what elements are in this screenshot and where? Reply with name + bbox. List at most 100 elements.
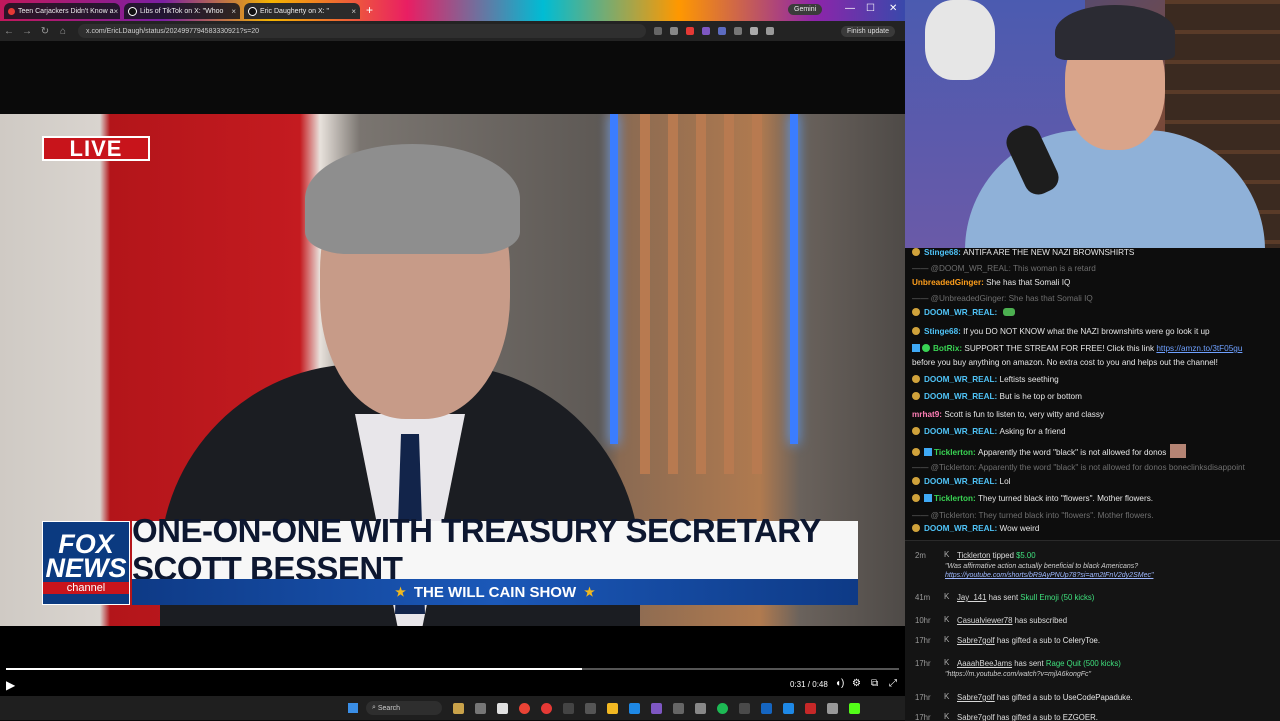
chat-message: DOOM_WR_REAL: Asking for a friend <box>912 427 1274 437</box>
url-field[interactable]: x.com/EricLDaugh/status/2024997794583330… <box>78 24 646 38</box>
fox-news-logo: FOX NEWS channel <box>42 521 130 605</box>
bookmark-star-icon[interactable] <box>670 27 678 35</box>
browser-tab-2[interactable]: Libs of TikTok on X: "Whoo × <box>124 3 240 19</box>
taskbar-app-icon[interactable] <box>783 702 794 714</box>
chat-username[interactable]: Ticklerton: <box>934 448 978 457</box>
kick-icon[interactable] <box>849 702 860 714</box>
activity-username[interactable]: Casualviewer78 <box>957 616 1012 625</box>
gemini-button[interactable]: Gemini <box>788 4 823 15</box>
taskbar-app-icon[interactable] <box>497 702 508 714</box>
reload-icon[interactable]: ↻ <box>36 26 54 37</box>
chat-username[interactable]: Stinge68: <box>924 248 963 257</box>
taskbar-app-icon[interactable] <box>739 702 750 714</box>
tab-close-icon[interactable]: × <box>351 7 356 16</box>
coin-badge-icon <box>912 327 920 335</box>
taskbar-app-icon[interactable] <box>475 702 486 714</box>
chrome-icon[interactable] <box>541 702 552 714</box>
pip-icon[interactable]: ⧉ <box>871 678 878 689</box>
chat-message: DOOM_WR_REAL: Leftists seething <box>912 375 1274 385</box>
coin-badge-icon <box>912 248 920 256</box>
new-tab-button[interactable]: + <box>366 3 373 17</box>
play-icon[interactable]: ▶ <box>6 678 15 692</box>
extension-icon[interactable] <box>702 27 710 35</box>
maximize-icon[interactable]: ☐ <box>866 3 875 14</box>
extension-icon[interactable] <box>654 27 662 35</box>
chat-username[interactable]: UnbreadedGinger: <box>912 278 986 287</box>
taskbar-app-icon[interactable] <box>673 702 684 714</box>
extension-icon[interactable] <box>686 27 694 35</box>
settings-icon[interactable]: ⚙ <box>852 678 861 689</box>
show-name: THE WILL CAIN SHOW <box>413 583 577 601</box>
activity-username[interactable]: Ticklerton <box>957 551 991 560</box>
taskbar-app-icon[interactable] <box>629 702 640 714</box>
extensions-puzzle-icon[interactable] <box>750 27 758 35</box>
fullscreen-icon[interactable]: ⤢ <box>889 678 897 689</box>
file-explorer-icon[interactable] <box>607 702 618 714</box>
blue-light-stripe <box>790 114 798 444</box>
activity-row: 2m K Ticklerton tipped $5.00 "Was affirmati… <box>905 547 1280 579</box>
activity-row: 17hr K Sabre7golf has gifted a sub to EZGO… <box>905 709 1280 721</box>
taskbar-app-icon[interactable] <box>827 702 838 714</box>
activity-username[interactable]: Sabre7golf <box>957 693 995 702</box>
chat-username[interactable]: DOOM_WR_REAL: <box>924 477 1000 486</box>
minimize-icon[interactable]: — <box>845 3 855 14</box>
chat-username[interactable]: mrhat9: <box>912 410 944 419</box>
taskbar-app-icon[interactable] <box>805 702 816 714</box>
chat-username[interactable]: BotRix: <box>933 344 964 353</box>
logo-text-mid: NEWS <box>45 553 127 583</box>
extension-icon[interactable] <box>734 27 742 35</box>
activity-username[interactable]: Sabre7golf <box>957 636 995 645</box>
progress-bar[interactable] <box>6 668 899 670</box>
windows-taskbar: ⌕ Search <box>0 696 905 720</box>
spotify-icon[interactable] <box>717 702 728 714</box>
chat-username[interactable]: DOOM_WR_REAL: <box>924 427 1000 436</box>
chat-username[interactable]: Stinge68: <box>924 327 963 336</box>
chat-username[interactable]: DOOM_WR_REAL: <box>924 524 1000 533</box>
taskbar-app-icon[interactable] <box>585 702 596 714</box>
activity-feed: 2m K Ticklerton tipped $5.00 "Was affirmati… <box>905 540 1280 721</box>
activity-link[interactable]: https://youtube.com/shorts/bR9AyPNUp78?s… <box>945 572 1153 579</box>
chat-link[interactable]: https://amzn.to/3tF05gu <box>1156 344 1242 353</box>
browser-tab-3[interactable]: Eric Daugherty on X: " × <box>244 3 360 19</box>
taskbar-app-icon[interactable] <box>453 702 464 714</box>
taskbar-app-icon[interactable] <box>695 702 706 714</box>
star-icon: ★ <box>395 585 406 599</box>
home-icon[interactable]: ⌂ <box>54 26 72 37</box>
chat-username[interactable]: Ticklerton: <box>934 494 978 503</box>
activity-highlight: $5.00 <box>1016 551 1036 560</box>
chat-message: Ticklerton: Apparently the word "black" … <box>912 444 1274 458</box>
activity-time: 17hr <box>915 693 931 702</box>
tab-close-icon[interactable]: × <box>231 7 236 16</box>
windows-start-icon[interactable] <box>348 703 358 713</box>
activity-row: 41m K Jay_141 has sent Skull Emoji (50 kic… <box>905 589 1280 607</box>
search-placeholder: Search <box>377 704 401 712</box>
chat-text: Lol <box>999 477 1011 486</box>
forward-icon[interactable]: → <box>18 26 36 37</box>
activity-username[interactable]: Jay_141 <box>957 593 986 602</box>
activity-action: has sent <box>986 593 1021 602</box>
finish-update-button[interactable]: Finish update <box>840 25 895 37</box>
taskbar-search[interactable]: ⌕ Search <box>366 701 442 715</box>
volume-icon[interactable]: ◖) <box>835 678 844 689</box>
background-slat <box>668 114 678 474</box>
streamer-hat <box>1055 5 1175 60</box>
chat-message: UnbreadedGinger: She has that Somali IQ <box>912 278 1274 288</box>
chat-username[interactable]: DOOM_WR_REAL: <box>924 375 1000 384</box>
extension-icon[interactable] <box>718 27 726 35</box>
video-controls: ▶ 0:31 / 0:48 ◖) ⚙ ⧉ ⤢ <box>0 626 905 696</box>
taskbar-app-icon[interactable] <box>563 702 574 714</box>
browser-tabbar: Teen Carjackers Didn't Know a × Libs of … <box>0 0 905 21</box>
chat-username[interactable]: DOOM_WR_REAL: <box>924 392 1000 401</box>
back-icon[interactable]: ← <box>0 26 18 37</box>
video-frame[interactable]: LIVE FOX NEWS channel ONE-ON-ONE WITH TR… <box>0 114 905 626</box>
chat-username[interactable]: DOOM_WR_REAL: <box>924 308 1000 317</box>
browser-tab-1[interactable]: Teen Carjackers Didn't Know a × <box>4 3 120 19</box>
coin-badge-icon <box>912 392 920 400</box>
discord-icon[interactable] <box>651 702 662 714</box>
profile-icon[interactable] <box>766 27 774 35</box>
chrome-icon[interactable] <box>519 702 530 714</box>
tab-close-icon[interactable]: × <box>114 7 119 16</box>
taskbar-app-icon[interactable] <box>761 702 772 714</box>
activity-username[interactable]: AaaahBeeJams <box>957 659 1012 668</box>
close-icon[interactable]: ✕ <box>889 3 897 14</box>
